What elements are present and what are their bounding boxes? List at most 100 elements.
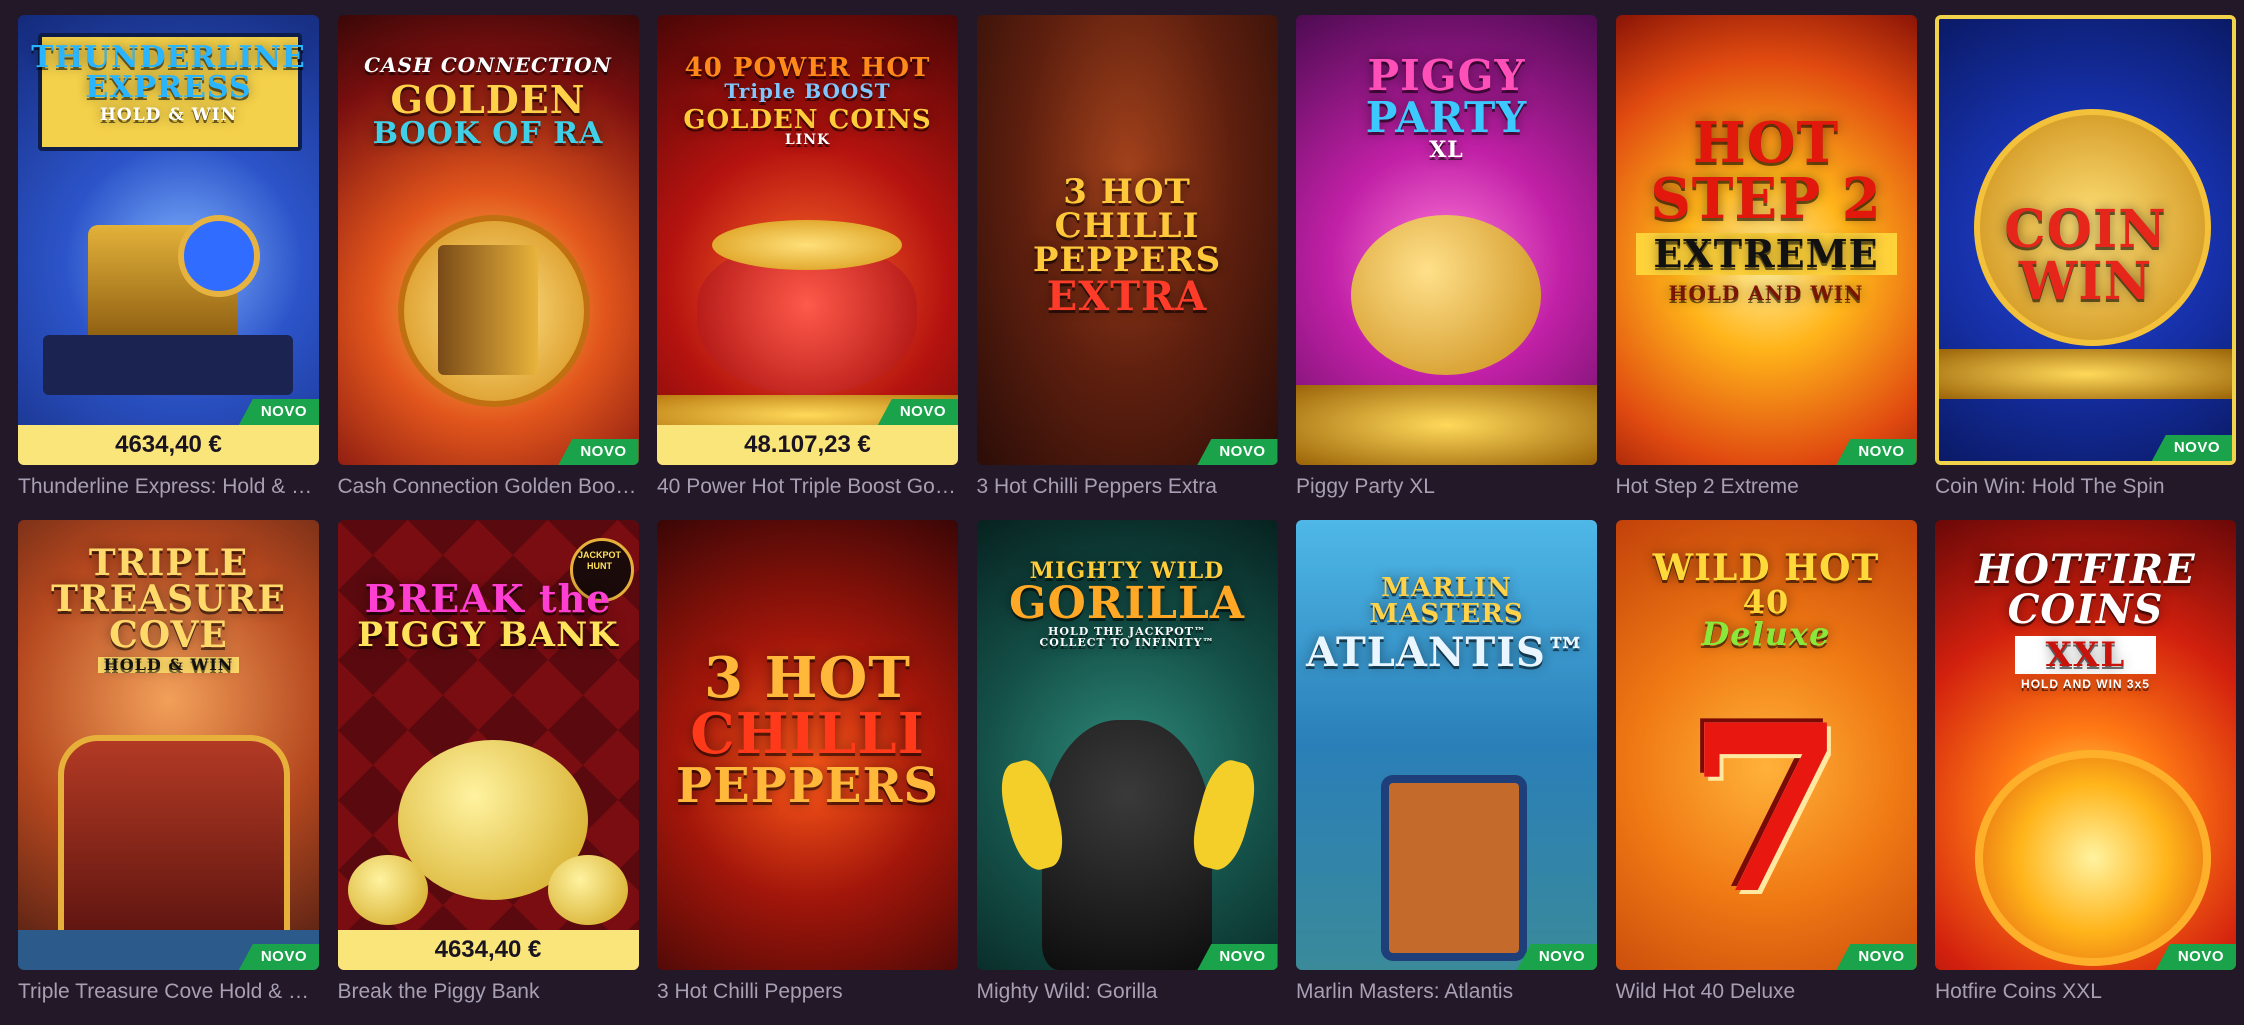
new-badge: NOVO xyxy=(1836,944,1917,970)
game-tile-coin-win[interactable]: COIN WIN NOVO Coin Win: Hold The Spin xyxy=(1935,15,2236,520)
game-logo-text: HOLD AND WIN xyxy=(1668,281,1864,305)
game-tile-40-power-hot[interactable]: 40 POWER HOT Triple BOOST GOLDEN COINS L… xyxy=(657,15,958,520)
new-badge: NOVO xyxy=(558,439,639,465)
game-thumbnail[interactable]: PIGGY PARTY XL xyxy=(1296,15,1597,465)
game-logo-text: THUNDERLINE xyxy=(31,40,306,75)
game-tile-wild-hot-40-deluxe[interactable]: WILD HOT 40 Deluxe 7 NOVO Wild Hot 40 De… xyxy=(1615,520,1917,1025)
game-thumbnail[interactable]: 3 HOT CHILLI PEPPERS xyxy=(657,520,958,970)
game-logo-text: EXTREME xyxy=(1635,233,1897,275)
game-title[interactable]: Mighty Wild: Gorilla xyxy=(977,978,1278,1006)
game-title[interactable]: Piggy Party XL xyxy=(1296,473,1597,501)
game-logo-text: TRIPLE xyxy=(88,542,249,584)
game-logo-text: HOT xyxy=(1692,110,1840,176)
game-logo-text: XL xyxy=(1429,137,1464,163)
game-logo-text: PEPPERS xyxy=(1032,240,1222,280)
game-logo-text: Deluxe xyxy=(1701,615,1831,653)
game-logo-text: PIGGY xyxy=(1367,51,1526,100)
game-logo-text: WILD HOT xyxy=(1652,547,1880,589)
game-logo-text: GOLDEN xyxy=(390,77,586,122)
game-logo-text: Triple BOOST xyxy=(724,79,891,103)
jackpot-amount: 4634,40 € xyxy=(18,425,319,465)
new-badge: NOVO xyxy=(877,399,958,425)
game-logo-text: HOTFIRE xyxy=(1975,546,2196,593)
new-badge: NOVO xyxy=(1197,944,1278,970)
game-logo-text: 3 HOT CHILLI xyxy=(1054,172,1200,246)
game-logo-text: HOLD & WIN xyxy=(99,105,238,125)
game-title[interactable]: Marlin Masters: Atlantis xyxy=(1296,978,1597,1006)
game-title[interactable]: 40 Power Hot Triple Boost Golden Coins L… xyxy=(657,473,958,501)
game-thumbnail[interactable]: CASH CONNECTION GOLDEN BOOK OF RA NOVO xyxy=(337,15,639,465)
game-thumbnail[interactable]: MIGHTY WILD GORILLA HOLD THE JACKPOT™ CO… xyxy=(976,520,1278,970)
game-title[interactable]: Break the Piggy Bank xyxy=(338,978,639,1006)
game-thumbnail[interactable]: WILD HOT 40 Deluxe 7 NOVO xyxy=(1615,520,1917,970)
game-thumbnail[interactable]: 3 HOT CHILLI PEPPERS EXTRA NOVO xyxy=(976,15,1278,465)
game-tile-piggy-party-xl[interactable]: PIGGY PARTY XL Piggy Party XL xyxy=(1296,15,1597,520)
game-title[interactable]: Triple Treasure Cove Hold & Win xyxy=(18,978,319,1006)
game-logo-text: COIN xyxy=(2004,199,2167,260)
game-tile-hot-step-2-extreme[interactable]: HOT STEP 2 EXTREME HOLD AND WIN NOVO Hot… xyxy=(1615,15,1917,520)
game-grid: THUNDERLINE EXPRESS HOLD & WIN NOVO 4634… xyxy=(18,15,2236,1025)
game-tile-hotfire-coins-xxl[interactable]: HOTFIRE COINS XXL HOLD AND WIN 3x5 NOVO … xyxy=(1935,520,2236,1025)
game-logo-text: CASH CONNECTION xyxy=(364,53,612,77)
game-logo-text: LINK xyxy=(784,132,831,148)
game-tile-break-the-piggy-bank[interactable]: BREAK the PIGGY BANK JACKPOT HUNT 4634,4… xyxy=(337,520,639,1025)
new-badge: NOVO xyxy=(238,944,319,970)
game-tile-marlin-masters-atlantis[interactable]: MARLIN MASTERS ATLANTIS™ NOVO Marlin Mas… xyxy=(1296,520,1597,1025)
game-logo-text: STEP 2 xyxy=(1650,166,1882,232)
new-badge: NOVO xyxy=(2155,944,2236,970)
game-thumbnail[interactable]: HOTFIRE COINS XXL HOLD AND WIN 3x5 NOVO xyxy=(1935,520,2236,970)
game-title[interactable]: Hot Step 2 Extreme xyxy=(1616,473,1917,501)
game-thumbnail[interactable]: BREAK the PIGGY BANK JACKPOT HUNT 4634,4… xyxy=(337,520,639,970)
game-logo-text: CHILLI xyxy=(690,701,925,767)
game-logo-text: GOLDEN COINS xyxy=(683,105,932,135)
game-logo-text: 40 POWER HOT xyxy=(684,53,931,83)
seven-symbol: 7 xyxy=(1685,675,1847,945)
game-logo-text: PIGGY BANK xyxy=(357,615,619,655)
game-thumbnail[interactable]: COIN WIN NOVO xyxy=(1935,15,2236,465)
game-title[interactable]: 3 Hot Chilli Peppers Extra xyxy=(977,473,1278,501)
game-logo-text: XXL xyxy=(2015,636,2156,674)
game-tile-3-hot-chilli-peppers-extra[interactable]: 3 HOT CHILLI PEPPERS EXTRA NOVO 3 Hot Ch… xyxy=(976,15,1278,520)
game-title[interactable]: Hotfire Coins XXL xyxy=(1935,978,2236,1006)
new-badge: NOVO xyxy=(1516,944,1597,970)
game-tile-cash-connection-golden-book-of-ra[interactable]: CASH CONNECTION GOLDEN BOOK OF RA NOVO C… xyxy=(337,15,639,520)
new-badge: NOVO xyxy=(1836,439,1917,465)
jackpot-amount: 48.107,23 € xyxy=(657,425,958,465)
game-title[interactable]: Thunderline Express: Hold & Win xyxy=(18,473,319,501)
game-logo-text: ATLANTIS™ xyxy=(1306,629,1587,676)
game-thumbnail[interactable]: MARLIN MASTERS ATLANTIS™ NOVO xyxy=(1296,520,1597,970)
game-title[interactable]: Cash Connection Golden Book of Ra xyxy=(338,473,639,501)
game-logo-text: MASTERS xyxy=(1369,599,1524,629)
game-logo-text: MARLIN xyxy=(1381,573,1512,603)
game-thumbnail[interactable]: 40 POWER HOT Triple BOOST GOLDEN COINS L… xyxy=(657,15,958,465)
game-thumbnail[interactable]: HOT STEP 2 EXTREME HOLD AND WIN NOVO xyxy=(1615,15,1917,465)
game-logo-text: 3 HOT xyxy=(704,645,911,711)
game-logo-text: GORILLA xyxy=(1008,578,1246,629)
game-tile-mighty-wild-gorilla[interactable]: MIGHTY WILD GORILLA HOLD THE JACKPOT™ CO… xyxy=(976,520,1278,1025)
new-badge: NOVO xyxy=(1197,439,1278,465)
game-tile-triple-treasure-cove[interactable]: TRIPLE TREASURE COVE HOLD & WIN NOVO Tri… xyxy=(18,520,319,1025)
game-title[interactable]: Wild Hot 40 Deluxe xyxy=(1616,978,1917,1006)
game-title[interactable]: 3 Hot Chilli Peppers xyxy=(657,978,958,1006)
game-logo-text: HOLD AND WIN 3x5 xyxy=(2021,677,2150,691)
game-logo-text: BOOK OF RA xyxy=(372,116,604,151)
jackpot-amount: 4634,40 € xyxy=(337,930,639,970)
game-logo-text: HOLD & WIN xyxy=(98,657,239,673)
game-logo-text: TREASURE xyxy=(51,578,286,620)
game-logo-text: COVE xyxy=(109,614,228,656)
game-logo-text: EXPRESS xyxy=(85,70,252,105)
new-badge: NOVO xyxy=(2151,435,2232,461)
game-logo-text: COLLECT TO INFINITY™ xyxy=(1039,636,1215,649)
game-logo-text: PARTY xyxy=(1365,93,1528,142)
new-badge: NOVO xyxy=(238,399,319,425)
game-logo-text: EXTRA xyxy=(1046,273,1208,320)
game-thumbnail[interactable]: THUNDERLINE EXPRESS HOLD & WIN NOVO 4634… xyxy=(18,15,319,465)
game-logo-text: COINS xyxy=(2007,586,2164,633)
game-logo-text: 40 xyxy=(1742,583,1790,621)
game-thumbnail[interactable]: TRIPLE TREASURE COVE HOLD & WIN NOVO xyxy=(18,520,319,970)
game-tile-3-hot-chilli-peppers[interactable]: 3 HOT CHILLI PEPPERS 3 Hot Chilli Pepper… xyxy=(657,520,958,1025)
game-logo-text: PEPPERS xyxy=(675,758,939,814)
game-tile-thunderline-express[interactable]: THUNDERLINE EXPRESS HOLD & WIN NOVO 4634… xyxy=(18,15,319,520)
game-title[interactable]: Coin Win: Hold The Spin xyxy=(1935,473,2236,501)
game-logo-text: BREAK the xyxy=(364,576,612,621)
